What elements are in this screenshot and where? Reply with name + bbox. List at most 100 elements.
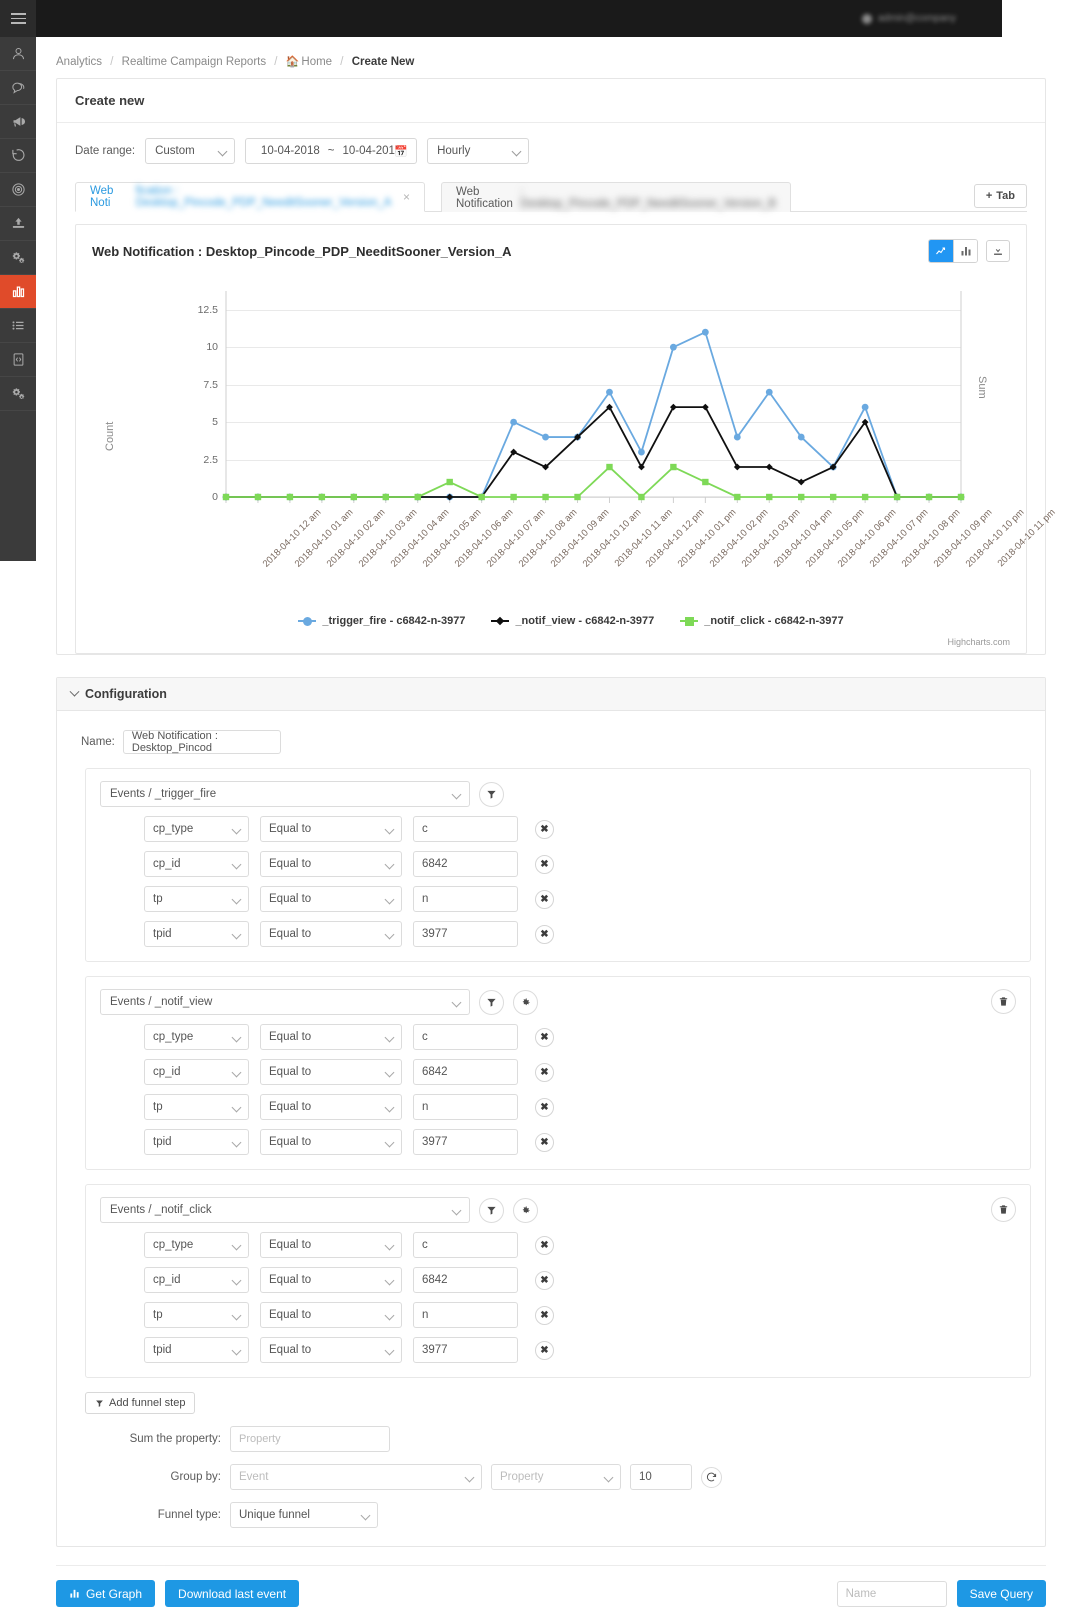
series-point[interactable] bbox=[765, 463, 773, 471]
breadcrumb-analytics[interactable]: Analytics bbox=[56, 56, 102, 68]
series-point[interactable] bbox=[669, 343, 677, 351]
filter-value-input[interactable]: n bbox=[413, 1302, 518, 1328]
event-select[interactable]: Events / _trigger_fire bbox=[100, 781, 470, 807]
sum-property-input[interactable]: Property bbox=[230, 1426, 390, 1452]
group-by-property-select[interactable]: Property bbox=[491, 1464, 621, 1490]
filter-property-select[interactable]: cp_id bbox=[144, 1059, 249, 1085]
filter-value-input[interactable]: 6842 bbox=[413, 851, 518, 877]
series-point[interactable] bbox=[478, 493, 485, 501]
remove-filter-button[interactable]: ✖ bbox=[535, 854, 554, 874]
sidebar-item-lists[interactable] bbox=[0, 309, 36, 343]
series-point[interactable] bbox=[861, 493, 869, 501]
series-point[interactable] bbox=[702, 478, 709, 486]
remove-filter-button[interactable]: ✖ bbox=[535, 1235, 554, 1255]
bar-chart-button[interactable] bbox=[953, 240, 977, 262]
sidebar-item-integrations[interactable] bbox=[0, 241, 36, 275]
remove-filter-button[interactable]: ✖ bbox=[535, 924, 554, 944]
remove-filter-button[interactable]: ✖ bbox=[535, 1062, 554, 1082]
remove-filter-button[interactable]: ✖ bbox=[535, 1305, 554, 1325]
filter-operator-select[interactable]: Equal to bbox=[260, 1302, 402, 1328]
series-point[interactable] bbox=[670, 463, 677, 471]
filter-operator-select[interactable]: Equal to bbox=[260, 851, 402, 877]
filter-property-select[interactable]: cp_id bbox=[144, 851, 249, 877]
filter-operator-select[interactable]: Equal to bbox=[260, 1337, 402, 1363]
sidebar-item-upload[interactable] bbox=[0, 207, 36, 241]
filter-operator-select[interactable]: Equal to bbox=[260, 1129, 402, 1155]
series-point[interactable] bbox=[350, 493, 358, 501]
filter-property-select[interactable]: tp bbox=[144, 886, 249, 912]
filter-property-select[interactable]: cp_type bbox=[144, 1024, 249, 1050]
filter-operator-select[interactable]: Equal to bbox=[260, 1267, 402, 1293]
remove-filter-button[interactable]: ✖ bbox=[535, 1132, 554, 1152]
group-by-event-select[interactable]: Event bbox=[230, 1464, 482, 1490]
series-point[interactable] bbox=[446, 478, 453, 486]
legend-item[interactable]: _notif_view - c6842-n-3977 bbox=[491, 615, 654, 627]
filter-operator-select[interactable]: Equal to bbox=[260, 1232, 402, 1258]
series-point[interactable] bbox=[542, 433, 549, 441]
series-point[interactable] bbox=[606, 388, 613, 396]
sidebar-item-users[interactable] bbox=[0, 37, 36, 71]
sidebar-item-messages[interactable] bbox=[0, 71, 36, 105]
add-funnel-step-button[interactable]: Add funnel step bbox=[85, 1392, 196, 1414]
series-point[interactable] bbox=[254, 493, 262, 501]
event-select[interactable]: Events / _notif_click bbox=[100, 1197, 470, 1223]
remove-filter-button[interactable]: ✖ bbox=[535, 819, 554, 839]
series-point[interactable] bbox=[734, 493, 741, 501]
name-input[interactable]: Web Notification : Desktop_Pincod bbox=[122, 730, 281, 754]
filter-operator-select[interactable]: Equal to bbox=[260, 1059, 402, 1085]
filter-property-select[interactable]: cp_type bbox=[144, 1232, 249, 1258]
remove-filter-button[interactable]: ✖ bbox=[535, 1027, 554, 1047]
filter-property-select[interactable]: cp_type bbox=[144, 816, 249, 842]
remove-filter-button[interactable]: ✖ bbox=[535, 1270, 554, 1290]
filter-value-input[interactable]: 6842 bbox=[413, 1059, 518, 1085]
series-point[interactable] bbox=[542, 493, 549, 501]
delete-step-button[interactable] bbox=[991, 989, 1016, 1014]
filter-property-select[interactable]: tpid bbox=[144, 1337, 249, 1363]
event-select[interactable]: Events / _notif_view bbox=[100, 989, 470, 1015]
filter-value-input[interactable]: c bbox=[413, 816, 518, 842]
series-point[interactable] bbox=[829, 493, 837, 501]
group-by-limit-input[interactable]: 10 bbox=[630, 1464, 692, 1490]
line-chart-button[interactable] bbox=[929, 240, 953, 262]
breadcrumb-home[interactable]: Home bbox=[301, 56, 332, 68]
filter-operator-select[interactable]: Equal to bbox=[260, 1094, 402, 1120]
series-point[interactable] bbox=[733, 433, 741, 441]
filter-operator-select[interactable]: Equal to bbox=[260, 1024, 402, 1050]
series-point[interactable] bbox=[606, 463, 613, 471]
series-point[interactable] bbox=[318, 493, 326, 501]
filter-value-input[interactable]: n bbox=[413, 1094, 518, 1120]
series-point[interactable] bbox=[766, 493, 773, 501]
series-point[interactable] bbox=[638, 448, 645, 456]
series-point[interactable] bbox=[222, 493, 230, 501]
sidebar-item-analytics[interactable] bbox=[0, 275, 36, 309]
legend-item[interactable]: _trigger_fire - c6842-n-3977 bbox=[298, 615, 465, 627]
series-point[interactable] bbox=[510, 493, 517, 501]
series-point[interactable] bbox=[861, 403, 869, 411]
reset-group-by-button[interactable] bbox=[701, 1466, 722, 1488]
filter-value-input[interactable]: n bbox=[413, 886, 518, 912]
filter-property-select[interactable]: tpid bbox=[144, 1129, 249, 1155]
funnel-type-select[interactable]: Unique funnel bbox=[230, 1502, 378, 1528]
sidebar-item-campaigns[interactable] bbox=[0, 105, 36, 139]
filter-value-input[interactable]: 6842 bbox=[413, 1267, 518, 1293]
menu-toggle-button[interactable] bbox=[0, 0, 36, 37]
date-preset-select[interactable]: Custom bbox=[145, 138, 236, 164]
breadcrumb-realtime-campaign-reports[interactable]: Realtime Campaign Reports bbox=[122, 56, 266, 68]
query-name-input[interactable]: Name bbox=[836, 1580, 947, 1607]
remove-filter-button[interactable]: ✖ bbox=[535, 889, 554, 909]
tab-version-a[interactable]: Web Noti fication : Desktop_Pincode_PDP_… bbox=[75, 182, 425, 212]
series-point[interactable] bbox=[638, 463, 645, 471]
series-point[interactable] bbox=[797, 478, 805, 486]
filter-operator-select[interactable]: Equal to bbox=[260, 816, 402, 842]
delete-step-button[interactable] bbox=[991, 1197, 1016, 1222]
series-point[interactable] bbox=[701, 328, 709, 336]
filter-property-select[interactable]: cp_id bbox=[144, 1267, 249, 1293]
remove-filter-button[interactable]: ✖ bbox=[535, 1340, 554, 1360]
series-point[interactable] bbox=[798, 493, 805, 501]
sidebar-item-history[interactable] bbox=[0, 139, 36, 173]
download-last-event-button[interactable]: Download last event bbox=[165, 1580, 300, 1607]
sidebar-item-settings[interactable] bbox=[0, 377, 36, 411]
granularity-select[interactable]: Hourly bbox=[427, 138, 530, 164]
series-point[interactable] bbox=[638, 493, 645, 501]
series-point[interactable] bbox=[414, 493, 421, 501]
